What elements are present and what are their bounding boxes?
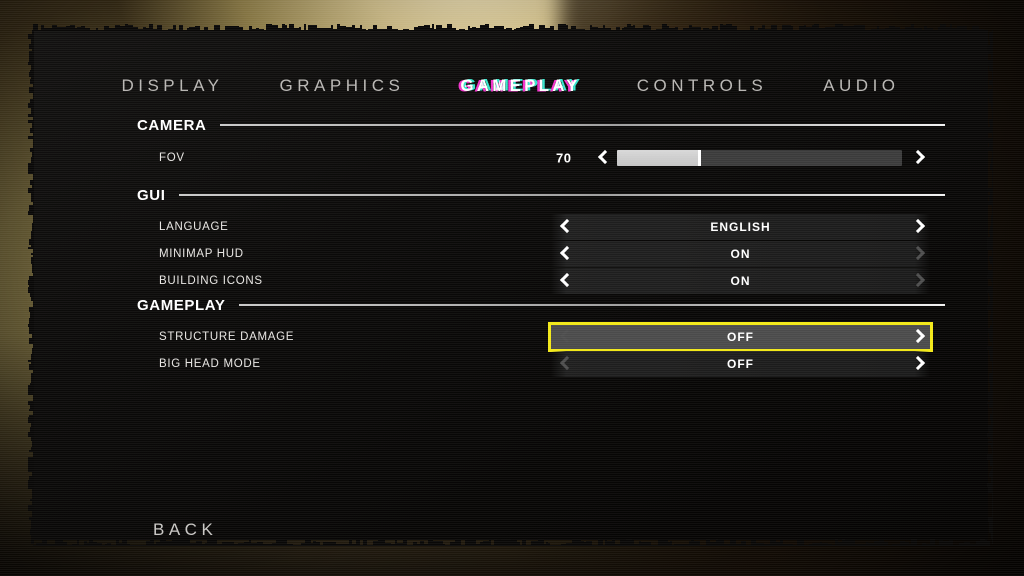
chevron-right-icon[interactable] bbox=[902, 351, 930, 377]
chevron-right-icon[interactable] bbox=[902, 268, 930, 294]
chevron-left-icon[interactable] bbox=[551, 268, 579, 294]
option-control[interactable]: ON bbox=[551, 268, 930, 294]
setting-row[interactable]: STRUCTURE DAMAGE OFF bbox=[137, 322, 945, 352]
chevron-left-icon[interactable] bbox=[551, 214, 579, 240]
chevron-right-icon[interactable] bbox=[902, 214, 930, 240]
setting-label: LANGUAGE bbox=[159, 221, 229, 233]
tab-controls[interactable]: CONTROLS bbox=[609, 76, 795, 96]
chevron-left-icon[interactable] bbox=[551, 241, 579, 267]
setting-label: BIG HEAD MODE bbox=[159, 358, 261, 370]
tab-label: DISPLAY bbox=[121, 76, 224, 95]
setting-row[interactable]: BUILDING ICONS ON bbox=[137, 268, 945, 294]
setting-label: MINIMAP HUD bbox=[159, 248, 244, 260]
option-value: ON bbox=[730, 247, 751, 261]
chevron-right-icon[interactable] bbox=[902, 324, 930, 350]
tab-gameplay[interactable]: GAMEPLAY bbox=[432, 76, 608, 96]
tab-label: CONTROLS bbox=[636, 76, 768, 95]
setting-label: FOV bbox=[159, 152, 185, 164]
chevron-left-icon[interactable] bbox=[551, 351, 579, 377]
option-control-selected[interactable]: OFF bbox=[548, 322, 933, 352]
setting-label: BUILDING ICONS bbox=[159, 275, 263, 287]
section-title: GUI bbox=[137, 186, 166, 204]
slider-fill bbox=[617, 150, 700, 166]
chevron-right-icon[interactable] bbox=[902, 241, 930, 267]
setting-row[interactable]: MINIMAP HUD ON bbox=[137, 241, 945, 267]
tab-graphics[interactable]: GRAPHICS bbox=[252, 76, 433, 96]
option-value: ON bbox=[730, 274, 751, 288]
settings-screen: DISPLAY GRAPHICS GAMEPLAY CONTROLS AUDIO CAM… bbox=[0, 0, 1024, 576]
slider-track[interactable] bbox=[617, 150, 902, 166]
option-control[interactable]: ENGLISH bbox=[551, 214, 930, 240]
section-header-gui: GUI bbox=[137, 185, 945, 205]
chevron-left-icon[interactable] bbox=[551, 324, 579, 350]
tab-label: GAMEPLAY bbox=[460, 76, 581, 95]
back-button[interactable]: BACK bbox=[153, 520, 217, 540]
section-divider bbox=[239, 304, 945, 306]
slider-control[interactable] bbox=[589, 145, 930, 171]
tab-bar: DISPLAY GRAPHICS GAMEPLAY CONTROLS AUDIO bbox=[33, 66, 988, 106]
tab-display[interactable]: DISPLAY bbox=[93, 76, 251, 96]
section-header-camera: CAMERA bbox=[137, 115, 945, 135]
chevron-left-icon[interactable] bbox=[589, 145, 617, 171]
tab-label: AUDIO bbox=[823, 76, 900, 95]
chevron-right-icon[interactable] bbox=[902, 145, 930, 171]
option-value: OFF bbox=[727, 357, 754, 371]
option-control[interactable]: ON bbox=[551, 241, 930, 267]
setting-row[interactable]: FOV 70 bbox=[137, 145, 945, 171]
settings-panel: DISPLAY GRAPHICS GAMEPLAY CONTROLS AUDIO CAM… bbox=[28, 24, 993, 546]
section-title: GAMEPLAY bbox=[137, 296, 226, 314]
slider-handle[interactable] bbox=[697, 150, 701, 166]
setting-label: STRUCTURE DAMAGE bbox=[159, 331, 295, 343]
option-value: ENGLISH bbox=[710, 220, 771, 234]
section-header-gameplay: GAMEPLAY bbox=[137, 295, 945, 315]
tab-audio[interactable]: AUDIO bbox=[795, 76, 927, 96]
section-divider bbox=[220, 124, 945, 126]
section-title: CAMERA bbox=[137, 116, 207, 134]
option-value: OFF bbox=[727, 330, 754, 344]
section-divider bbox=[179, 194, 945, 196]
tab-label: GRAPHICS bbox=[279, 76, 405, 95]
option-control[interactable]: OFF bbox=[551, 351, 930, 377]
slider-value: 70 bbox=[556, 150, 572, 166]
setting-row[interactable]: BIG HEAD MODE OFF bbox=[137, 351, 945, 377]
setting-row[interactable]: LANGUAGE ENGLISH bbox=[137, 214, 945, 240]
tab-label-glitch: GAMEPLAY bbox=[460, 76, 580, 96]
